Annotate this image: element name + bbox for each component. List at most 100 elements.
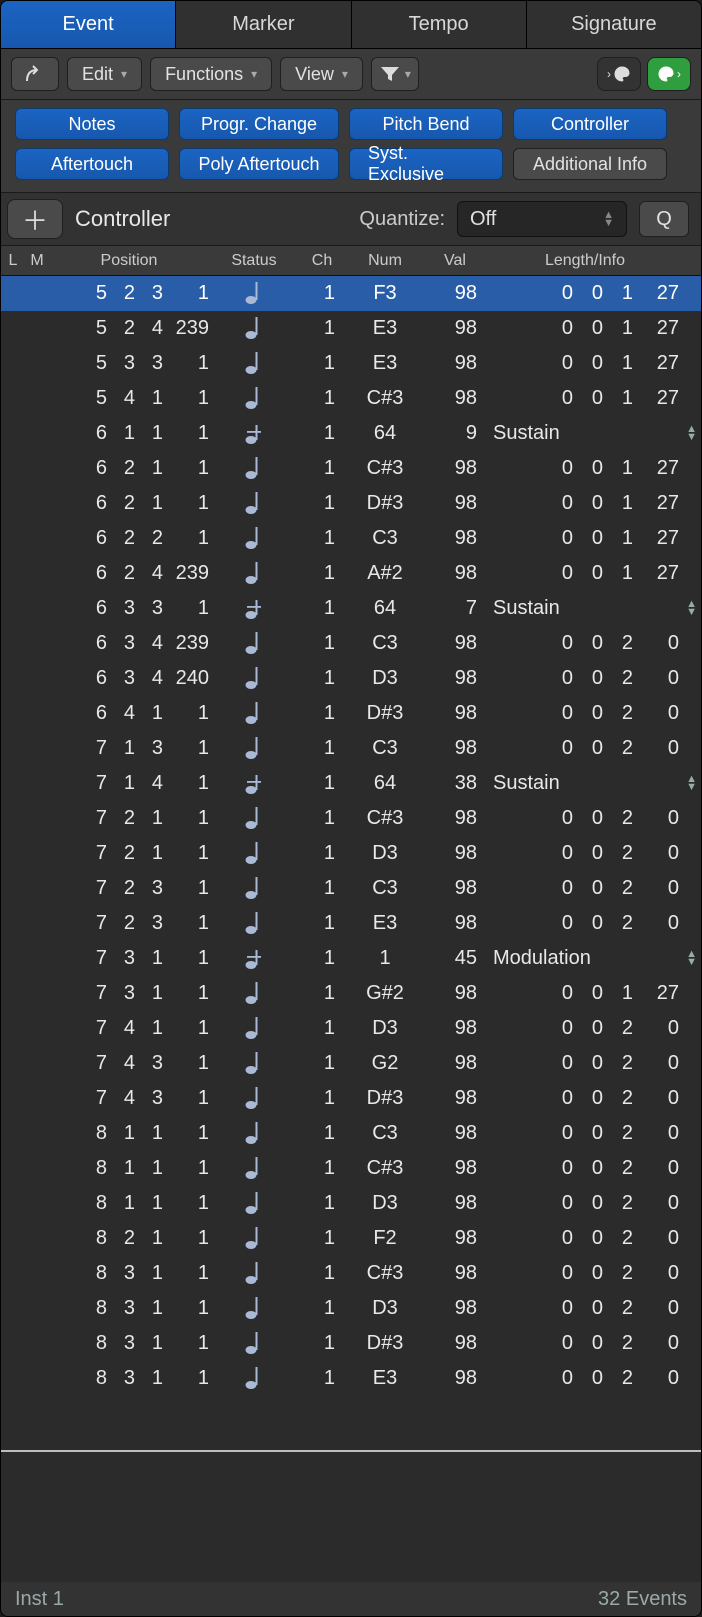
- filter-notes[interactable]: Notes: [15, 108, 169, 140]
- status-cell[interactable]: [209, 876, 299, 900]
- position-cell[interactable]: 8311: [49, 1297, 209, 1320]
- position-cell[interactable]: 6211: [49, 492, 209, 515]
- table-row[interactable]: 62111D#39800127: [1, 486, 701, 521]
- region-colors-button[interactable]: ›: [597, 57, 641, 91]
- num-cell[interactable]: 1: [345, 947, 425, 970]
- length-cell[interactable]: 0020: [485, 807, 701, 830]
- status-cell[interactable]: [209, 281, 299, 305]
- channel-cell[interactable]: 1: [299, 1332, 345, 1355]
- filter-button[interactable]: ▾: [371, 57, 419, 91]
- val-cell[interactable]: 98: [425, 877, 485, 900]
- length-cell[interactable]: Sustain▲▼: [485, 772, 701, 795]
- channel-cell[interactable]: 1: [299, 912, 345, 935]
- table-row[interactable]: 71311C3980020: [1, 731, 701, 766]
- table-row[interactable]: 72311C3980020: [1, 871, 701, 906]
- length-cell[interactable]: 0020: [485, 1332, 701, 1355]
- edit-menu[interactable]: Edit▾: [67, 57, 142, 91]
- table-row[interactable]: 73111145Modulation▲▼: [1, 941, 701, 976]
- position-cell[interactable]: 7411: [49, 1017, 209, 1040]
- length-cell[interactable]: 0020: [485, 1297, 701, 1320]
- position-cell[interactable]: 8111: [49, 1122, 209, 1145]
- channel-cell[interactable]: 1: [299, 527, 345, 550]
- num-cell[interactable]: D#3: [345, 702, 425, 725]
- num-cell[interactable]: C#3: [345, 457, 425, 480]
- position-cell[interactable]: 7141: [49, 772, 209, 795]
- num-cell[interactable]: D3: [345, 842, 425, 865]
- num-cell[interactable]: F2: [345, 1227, 425, 1250]
- status-cell[interactable]: [209, 771, 299, 795]
- val-cell[interactable]: 98: [425, 562, 485, 585]
- channel-cell[interactable]: 1: [299, 842, 345, 865]
- length-cell[interactable]: 0020: [485, 632, 701, 655]
- position-cell[interactable]: 7431: [49, 1087, 209, 1110]
- val-cell[interactable]: 98: [425, 387, 485, 410]
- val-cell[interactable]: 98: [425, 1157, 485, 1180]
- position-cell[interactable]: 6211: [49, 457, 209, 480]
- tab-marker[interactable]: Marker: [176, 1, 351, 49]
- position-cell[interactable]: 634239: [49, 632, 209, 655]
- channel-cell[interactable]: 1: [299, 947, 345, 970]
- length-cell[interactable]: 00127: [485, 492, 701, 515]
- position-cell[interactable]: 7311: [49, 947, 209, 970]
- channel-cell[interactable]: 1: [299, 1052, 345, 1075]
- val-cell[interactable]: 98: [425, 1122, 485, 1145]
- view-menu[interactable]: View▾: [280, 57, 363, 91]
- status-cell[interactable]: [209, 386, 299, 410]
- table-row[interactable]: 83111C#3980020: [1, 1256, 701, 1291]
- status-cell[interactable]: [209, 1121, 299, 1145]
- add-event-button[interactable]: ＋: [7, 199, 63, 239]
- length-cell[interactable]: 0020: [485, 1122, 701, 1145]
- table-row[interactable]: 81111C3980020: [1, 1116, 701, 1151]
- position-cell[interactable]: 6221: [49, 527, 209, 550]
- length-cell[interactable]: 00127: [485, 562, 701, 585]
- channel-cell[interactable]: 1: [299, 772, 345, 795]
- functions-menu[interactable]: Functions▾: [150, 57, 272, 91]
- num-cell[interactable]: G#2: [345, 982, 425, 1005]
- length-cell[interactable]: 0020: [485, 1367, 701, 1390]
- status-cell[interactable]: [209, 596, 299, 620]
- filter-progr-change[interactable]: Progr. Change: [179, 108, 339, 140]
- status-cell[interactable]: [209, 316, 299, 340]
- table-row[interactable]: 714116438Sustain▲▼: [1, 766, 701, 801]
- apply-quantize-button[interactable]: Q: [639, 201, 689, 237]
- table-row[interactable]: 72111C#3980020: [1, 801, 701, 836]
- table-row[interactable]: 63311647Sustain▲▼: [1, 591, 701, 626]
- hierarchy-up-button[interactable]: [11, 57, 59, 91]
- table-row[interactable]: 72311E3980020: [1, 906, 701, 941]
- filter-controller[interactable]: Controller: [513, 108, 667, 140]
- length-cell[interactable]: 00127: [485, 317, 701, 340]
- num-cell[interactable]: E3: [345, 317, 425, 340]
- val-cell[interactable]: 98: [425, 1192, 485, 1215]
- channel-cell[interactable]: 1: [299, 632, 345, 655]
- num-cell[interactable]: F3: [345, 282, 425, 305]
- val-cell[interactable]: 9: [425, 422, 485, 445]
- channel-cell[interactable]: 1: [299, 667, 345, 690]
- length-cell[interactable]: 00127: [485, 457, 701, 480]
- num-cell[interactable]: 64: [345, 422, 425, 445]
- length-cell[interactable]: Sustain▲▼: [485, 422, 701, 445]
- val-cell[interactable]: 98: [425, 1017, 485, 1040]
- header-val[interactable]: Val: [425, 252, 485, 270]
- channel-cell[interactable]: 1: [299, 1087, 345, 1110]
- num-cell[interactable]: E3: [345, 1367, 425, 1390]
- table-row[interactable]: 83111E3980020: [1, 1361, 701, 1396]
- channel-cell[interactable]: 1: [299, 492, 345, 515]
- table-row[interactable]: 52311F39800127: [1, 276, 701, 311]
- channel-cell[interactable]: 1: [299, 1192, 345, 1215]
- channel-cell[interactable]: 1: [299, 1262, 345, 1285]
- table-row[interactable]: 62211C39800127: [1, 521, 701, 556]
- status-cell[interactable]: [209, 841, 299, 865]
- tab-event[interactable]: Event: [1, 1, 176, 49]
- position-cell[interactable]: 634240: [49, 667, 209, 690]
- length-cell[interactable]: 0020: [485, 1052, 701, 1075]
- status-cell[interactable]: [209, 421, 299, 445]
- val-cell[interactable]: 98: [425, 1052, 485, 1075]
- header-num[interactable]: Num: [345, 252, 425, 270]
- status-cell[interactable]: [209, 666, 299, 690]
- position-cell[interactable]: 8111: [49, 1157, 209, 1180]
- num-cell[interactable]: C3: [345, 632, 425, 655]
- position-cell[interactable]: 5331: [49, 352, 209, 375]
- channel-cell[interactable]: 1: [299, 282, 345, 305]
- channel-cell[interactable]: 1: [299, 1157, 345, 1180]
- position-cell[interactable]: 6111: [49, 422, 209, 445]
